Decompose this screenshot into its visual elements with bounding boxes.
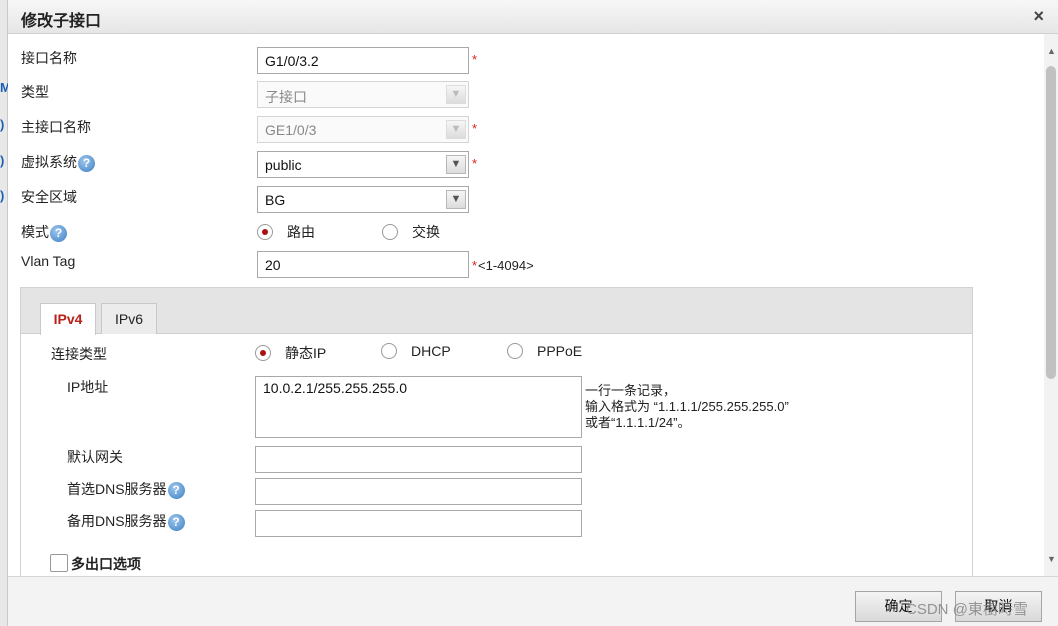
scroll-down-icon[interactable]: ▼ (1047, 554, 1056, 564)
virtual-system-value: public (265, 157, 302, 173)
static-ip-radio[interactable]: 静态IP (255, 343, 326, 363)
tab-bar: IPv4 IPv6 (21, 288, 972, 335)
default-gateway-input[interactable] (255, 446, 582, 473)
type-value: 子接口 (265, 89, 307, 105)
background-glyph: ) (0, 153, 5, 168)
primary-dns-input[interactable] (255, 478, 582, 505)
dhcp-label: DHCP (411, 343, 451, 359)
vlan-range-hint: <1-4094> (478, 258, 534, 273)
ip-address-hint: 一行一条记录， 输入格式为 “1.1.1.1/255.255.255.0” 或者… (585, 383, 789, 431)
chevron-down-icon[interactable]: ▼ (446, 190, 466, 209)
multi-egress-label: 多出口选项 (71, 556, 141, 572)
chevron-down-icon: ▼ (446, 120, 466, 139)
pppoe-label: PPPoE (537, 343, 583, 359)
tab-ipv6[interactable]: IPv6 (101, 303, 157, 334)
type-select: 子接口 ▼ (257, 81, 469, 108)
interface-name-input[interactable]: G1/0/3.2 (257, 47, 469, 74)
secondary-dns-label: 备用DNS服务器? (67, 511, 185, 531)
multi-egress-checkbox[interactable] (50, 554, 68, 572)
security-zone-select[interactable]: BG ▼ (257, 186, 469, 213)
help-icon[interactable]: ? (167, 481, 185, 499)
security-zone-value: BG (265, 192, 286, 208)
vlan-tag-label: Vlan Tag (21, 253, 76, 269)
mode-route-label: 路由 (287, 224, 315, 240)
virtual-system-select[interactable]: public ▼ (257, 151, 469, 178)
required-marker: * (472, 52, 478, 67)
hint-line: 输入格式为 “1.1.1.1/255.255.255.0” (585, 399, 789, 414)
secondary-dns-label-text: 备用DNS服务器 (67, 513, 167, 529)
primary-dns-label-text: 首选DNS服务器 (67, 481, 167, 497)
watermark: CSDN @東樹時雪 (906, 601, 1028, 618)
vlan-tag-input[interactable]: 20 (257, 251, 469, 278)
main-interface-label: 主接口名称 (21, 119, 91, 135)
mode-label: 模式? (21, 222, 67, 242)
required-marker: * (472, 121, 478, 136)
radio-unselected-icon (382, 224, 398, 240)
vertical-scrollbar[interactable]: ▲ ▼ (1044, 34, 1058, 576)
main-interface-value: GE1/0/3 (265, 122, 317, 138)
required-marker: * (472, 258, 478, 273)
chevron-down-icon: ▼ (446, 85, 466, 104)
static-ip-label: 静态IP (285, 345, 327, 361)
dialog-title: 修改子接口 (21, 13, 102, 30)
scroll-up-icon[interactable]: ▲ (1047, 46, 1056, 56)
help-icon[interactable]: ? (50, 224, 67, 242)
address-panel: IPv4 IPv6 连接类型 静态IP DHCP PPPoE IP地址 10.0… (20, 287, 973, 576)
main-interface-select: GE1/0/3 ▼ (257, 116, 469, 143)
dialog-content: 接口名称 G1/0/3.2 * 类型 子接口 ▼ 主接口名称 GE1/0/3 ▼… (8, 34, 1044, 576)
radio-unselected-icon (381, 343, 397, 359)
radio-selected-icon (255, 345, 271, 361)
background-glyph: ) (0, 188, 5, 203)
radio-selected-icon (257, 224, 273, 240)
tab-ipv4[interactable]: IPv4 (40, 303, 96, 335)
virtual-system-label: 虚拟系统? (21, 152, 95, 172)
hint-line: 或者“1.1.1.1/24”。 (585, 415, 691, 430)
help-icon[interactable]: ? (78, 154, 95, 172)
help-icon[interactable]: ? (167, 513, 185, 531)
mode-label-text: 模式 (21, 224, 49, 240)
secondary-dns-input[interactable] (255, 510, 582, 537)
ip-address-label: IP地址 (67, 379, 109, 395)
primary-dns-label: 首选DNS服务器? (67, 479, 185, 499)
scrollbar-thumb[interactable] (1046, 66, 1056, 379)
dialog-footer: 确定 取消 CSDN @東樹時雪 (8, 576, 1058, 626)
radio-unselected-icon (507, 343, 523, 359)
required-marker: * (472, 156, 478, 171)
virtual-system-label-text: 虚拟系统 (21, 154, 77, 170)
background-glyph: ) (0, 117, 5, 132)
dhcp-radio[interactable]: DHCP (381, 343, 451, 359)
dialog-titlebar: 修改子接口 × (8, 0, 1058, 34)
ip-address-textarea[interactable]: 10.0.2.1/255.255.255.0 (255, 376, 582, 438)
mode-switch-label: 交换 (412, 224, 440, 240)
security-zone-label: 安全区域 (21, 189, 77, 205)
pppoe-radio[interactable]: PPPoE (507, 343, 582, 359)
default-gateway-label: 默认网关 (67, 449, 123, 465)
edit-subinterface-dialog: 修改子接口 × 接口名称 G1/0/3.2 * 类型 子接口 ▼ 主接口名称 G… (8, 0, 1058, 626)
mode-route-radio[interactable]: 路由 (257, 222, 315, 242)
hint-line: 一行一条记录， (585, 383, 677, 398)
close-icon[interactable]: × (1033, 6, 1044, 27)
type-label: 类型 (21, 84, 49, 100)
chevron-down-icon[interactable]: ▼ (446, 155, 466, 174)
mode-switch-radio[interactable]: 交换 (382, 222, 440, 242)
interface-name-label: 接口名称 (21, 50, 77, 66)
background-window-edge: M ) ) ) (0, 0, 11, 626)
connection-type-label: 连接类型 (51, 346, 107, 362)
